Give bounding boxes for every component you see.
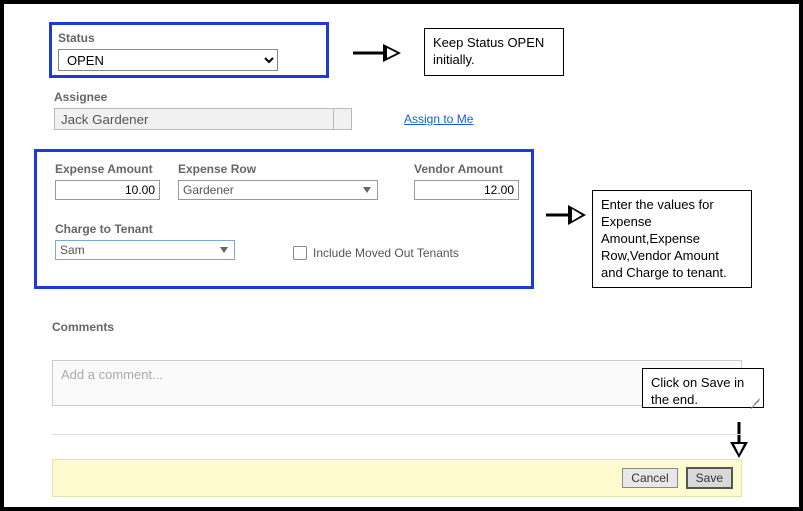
comments-label: Comments (52, 320, 114, 334)
save-annotation: Click on Save in the end. (642, 368, 764, 408)
form-frame: Status OPEN Keep Status OPEN initially. … (0, 0, 803, 511)
status-highlight: Status OPEN (49, 22, 329, 78)
expense-row-label: Expense Row (178, 162, 378, 176)
arrow-icon (349, 38, 404, 68)
button-bar: Cancel Save (52, 459, 742, 497)
include-moved-out-label: Include Moved Out Tenants (313, 246, 459, 260)
charge-tenant-value: Sam (60, 243, 85, 257)
annotation-text: Click on Save in the end. (651, 375, 744, 407)
comments-placeholder: Add a comment... (61, 367, 163, 382)
divider (52, 434, 742, 435)
expense-row-value: Gardener (183, 183, 234, 197)
chevron-down-icon (363, 187, 371, 193)
expense-amount-label: Expense Amount (55, 162, 160, 176)
annotation-text: Enter the values for Expense Amount,Expe… (601, 197, 727, 280)
chevron-down-icon (220, 247, 228, 253)
expense-amount-input[interactable] (55, 180, 160, 200)
status-select[interactable]: OPEN (58, 49, 278, 71)
assignee-label: Assignee (54, 90, 473, 104)
assignee-input[interactable] (54, 108, 334, 130)
arrow-icon (542, 200, 587, 230)
resize-handle-icon (751, 395, 761, 405)
vendor-amount-input[interactable] (414, 180, 519, 200)
save-button[interactable]: Save (686, 467, 733, 489)
assign-to-me-link[interactable]: Assign to Me (404, 112, 473, 126)
charge-tenant-select[interactable]: Sam (55, 240, 235, 260)
status-annotation: Keep Status OPEN initially. (424, 28, 564, 76)
vendor-amount-label: Vendor Amount (414, 162, 519, 176)
assignee-group: Assignee Assign to Me (54, 90, 473, 130)
include-moved-out-checkbox[interactable] (293, 246, 307, 260)
expense-annotation: Enter the values for Expense Amount,Expe… (592, 190, 752, 288)
cancel-button[interactable]: Cancel (622, 468, 677, 488)
comments-textarea[interactable]: Add a comment... (52, 360, 742, 406)
expense-row-select[interactable]: Gardener (178, 180, 378, 200)
status-label: Status (58, 31, 320, 45)
annotation-text: Keep Status OPEN initially. (433, 35, 544, 67)
assignee-dropdown-button[interactable] (334, 108, 352, 130)
expense-highlight: Expense Amount Expense Row Gardener Vend… (34, 149, 534, 289)
include-moved-out-row: Include Moved Out Tenants (293, 246, 459, 260)
charge-tenant-label: Charge to Tenant (55, 222, 235, 236)
arrow-down-icon (726, 420, 752, 460)
